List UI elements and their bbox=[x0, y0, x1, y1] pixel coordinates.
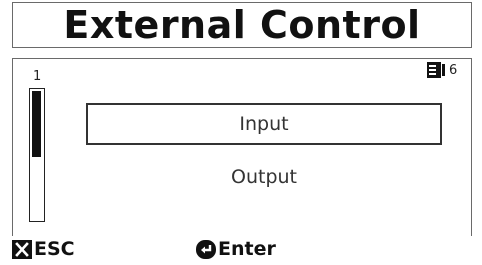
menu-item-output[interactable]: Output bbox=[86, 156, 442, 198]
scroll-position-index: 1 bbox=[33, 69, 42, 84]
title-bar: External Control bbox=[12, 2, 472, 48]
enter-label: Enter bbox=[218, 238, 276, 260]
page-indicator: 6 bbox=[427, 62, 457, 78]
enter-icon bbox=[196, 239, 216, 259]
menu-item-label: Input bbox=[239, 113, 289, 135]
esc-label: ESC bbox=[34, 238, 75, 260]
page-count: 6 bbox=[449, 62, 458, 78]
close-icon bbox=[12, 239, 32, 259]
page-title: External Control bbox=[63, 3, 421, 47]
list-icon bbox=[427, 62, 445, 78]
esc-softkey[interactable]: ESC bbox=[12, 238, 75, 260]
scrollbar[interactable] bbox=[29, 88, 45, 222]
scrollbar-thumb[interactable] bbox=[32, 91, 41, 157]
menu-item-label: Output bbox=[231, 166, 297, 188]
content-frame bbox=[12, 58, 472, 236]
display-screen: External Control 1 6 Input Output ESC En… bbox=[0, 0, 482, 265]
enter-softkey[interactable]: Enter bbox=[196, 238, 276, 260]
menu-item-input[interactable]: Input bbox=[86, 103, 442, 145]
